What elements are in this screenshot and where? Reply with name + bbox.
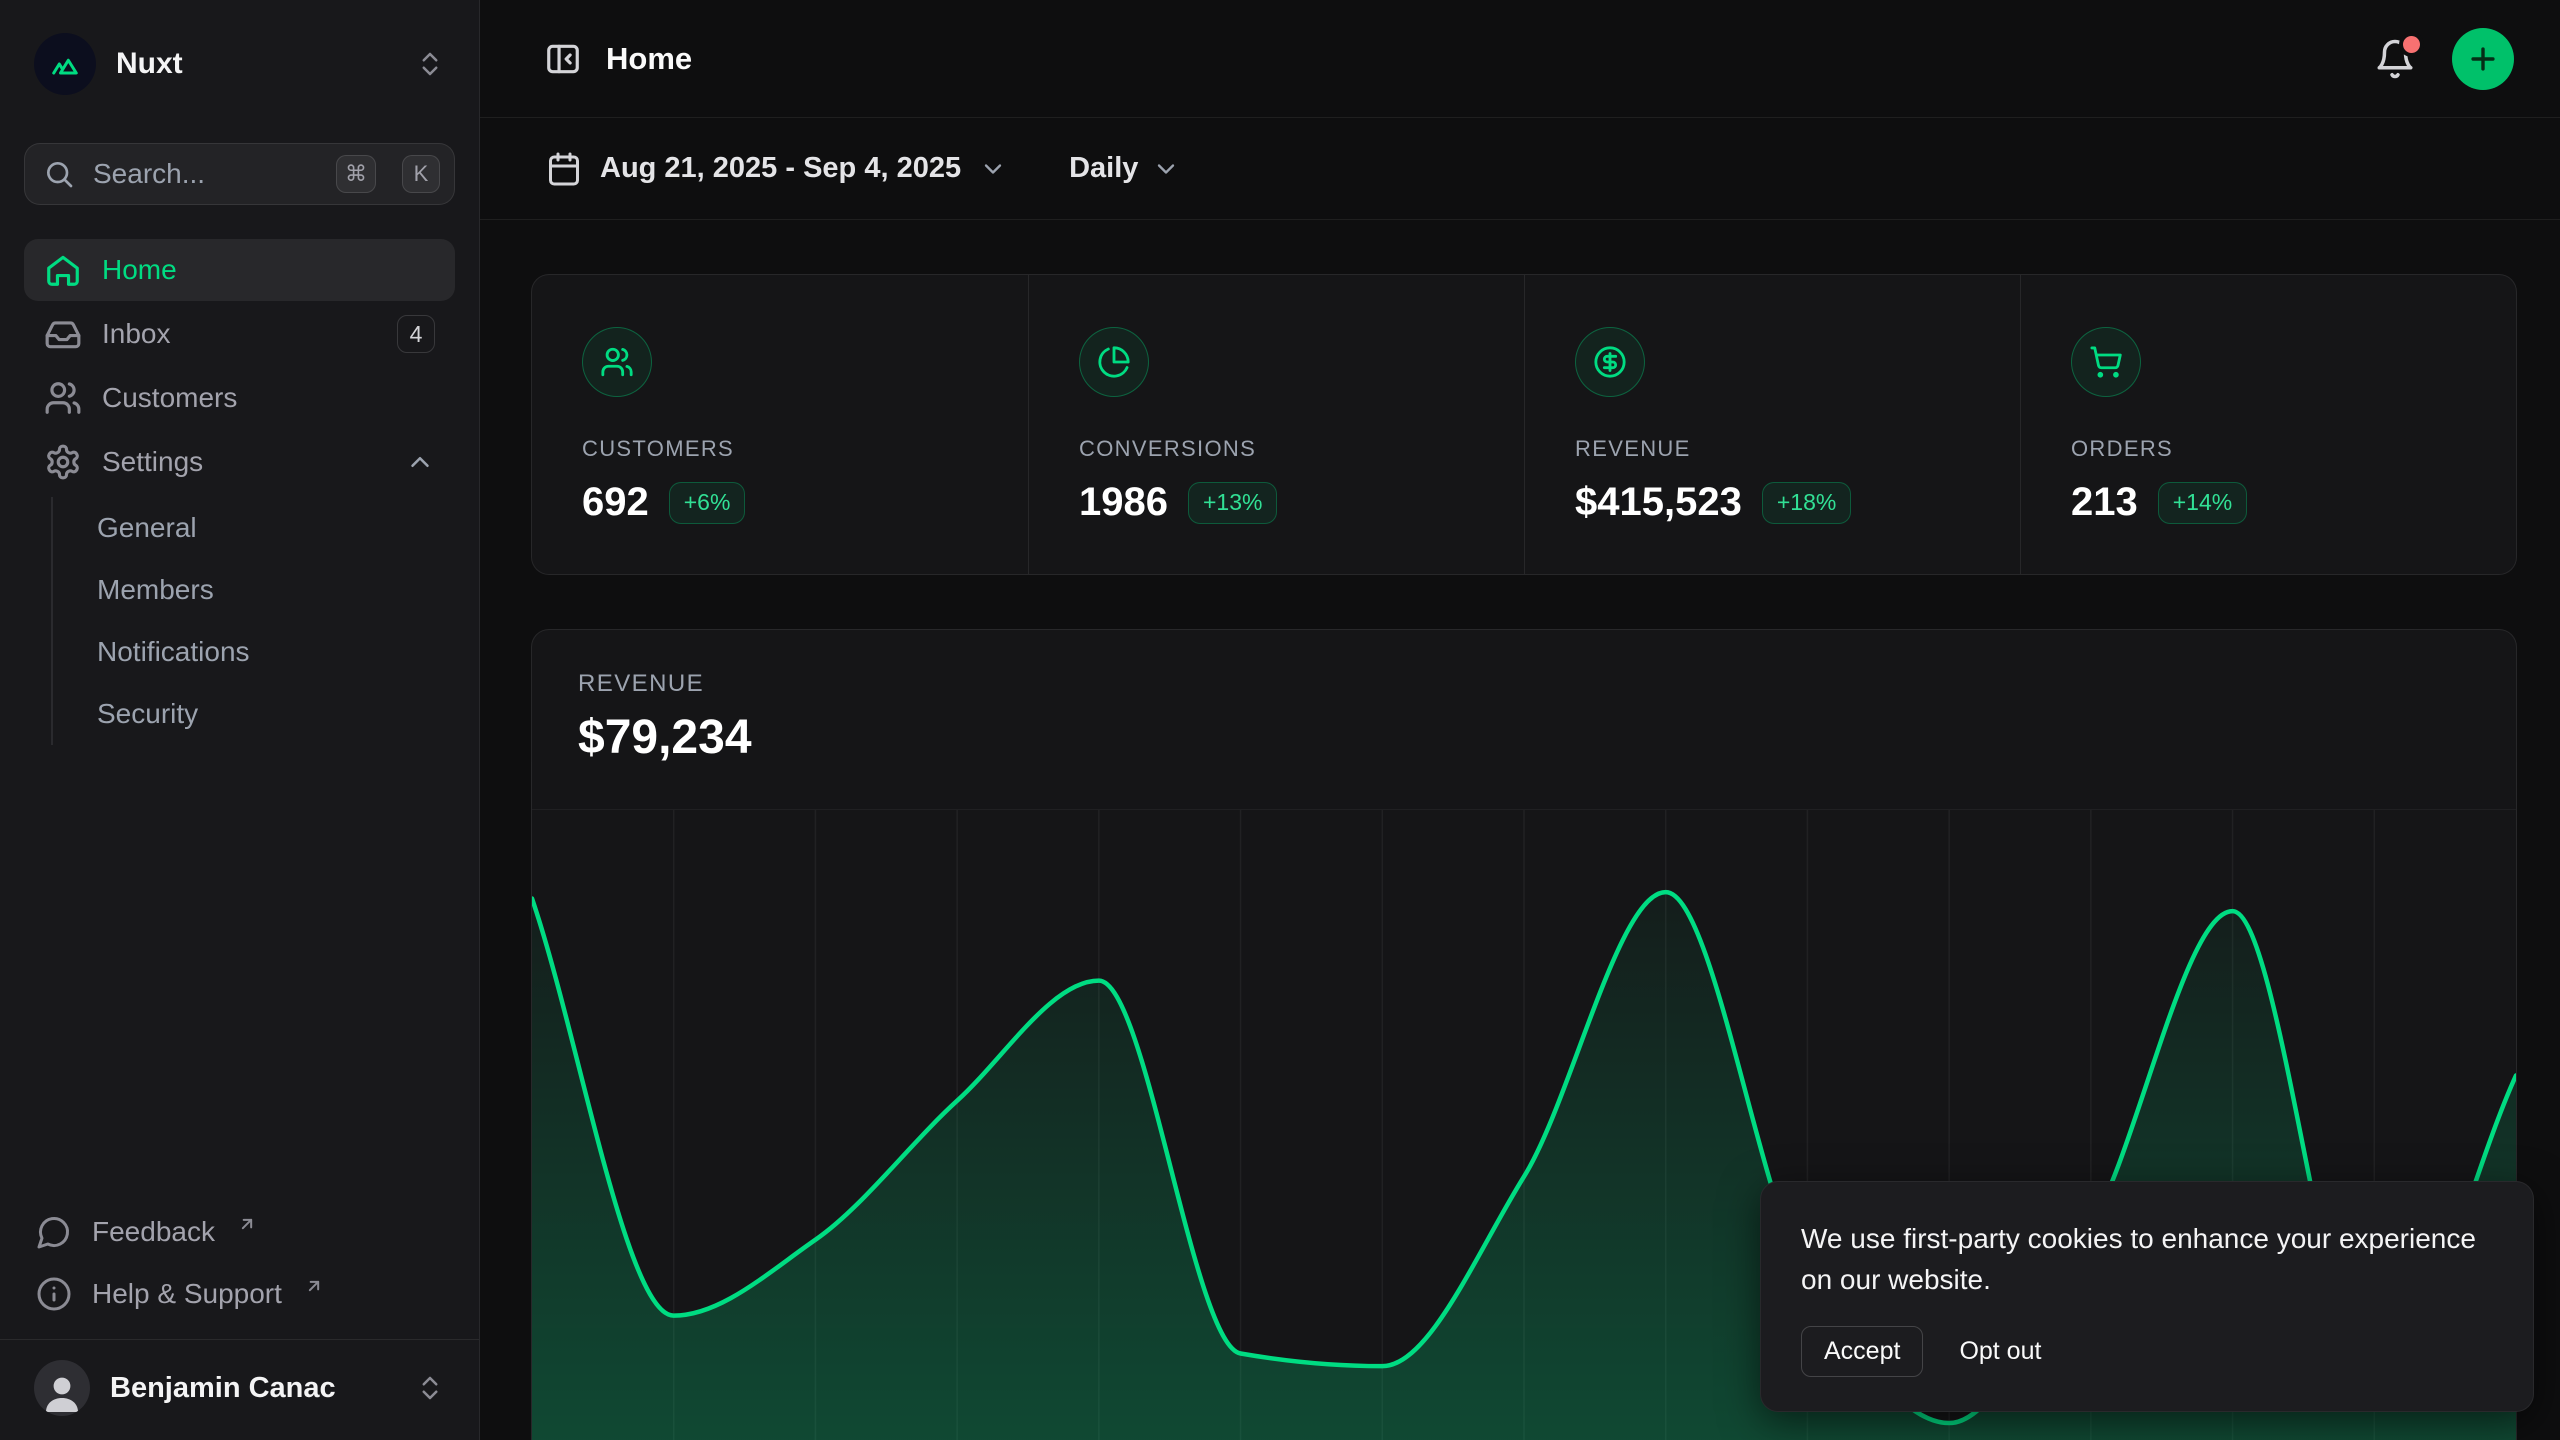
main-area: Home Aug 21, 2025 - Sep 4, 2025 Daily (480, 0, 2560, 1440)
page-title: Home (606, 41, 692, 77)
shopping-cart-icon (2071, 327, 2141, 397)
sidebar-item-label: Inbox (102, 318, 377, 350)
info-circle-icon (36, 1276, 72, 1312)
add-button[interactable] (2452, 28, 2514, 90)
search-input[interactable]: Search... ⌘ K (24, 143, 455, 205)
stat-value: 692 (582, 480, 649, 525)
sidebar-item-customers[interactable]: Customers (24, 367, 455, 429)
team-switcher[interactable]: Nuxt (34, 33, 445, 95)
date-range-value: Aug 21, 2025 - Sep 4, 2025 (600, 152, 961, 185)
nuxt-logo-icon (34, 33, 96, 95)
users-icon (44, 379, 82, 417)
topbar: Home (480, 0, 2560, 118)
sidebar-item-label: Settings (102, 446, 385, 478)
stat-delta-badge: +14% (2158, 482, 2247, 524)
stat-card-orders: ORDERS 213 +14% (2020, 275, 2516, 574)
settings-subnav: General Members Notifications Security (51, 497, 455, 745)
granularity-value: Daily (1069, 152, 1138, 185)
user-name: Benjamin Canac (110, 1372, 395, 1405)
stat-value: $415,523 (1575, 480, 1742, 525)
kbd-cmd: ⌘ (336, 155, 376, 193)
stat-label: CUSTOMERS (582, 436, 978, 462)
revenue-chart-value: $79,234 (578, 710, 2470, 765)
granularity-select[interactable]: Daily (1069, 152, 1180, 185)
sidebar: Nuxt Search... ⌘ K Home Inbox 4 (0, 0, 480, 1440)
sidebar-item-label: Home (102, 254, 435, 286)
date-range-picker[interactable]: Aug 21, 2025 - Sep 4, 2025 (546, 151, 1007, 187)
home-icon (44, 251, 82, 289)
filter-toolbar: Aug 21, 2025 - Sep 4, 2025 Daily (480, 118, 2560, 220)
sidebar-item-security[interactable]: Security (53, 683, 455, 745)
cookie-accept-button[interactable]: Accept (1801, 1326, 1923, 1377)
sidebar-item-general[interactable]: General (53, 497, 455, 559)
stat-label: CONVERSIONS (1079, 436, 1474, 462)
stat-value: 1986 (1079, 480, 1168, 525)
stat-card-conversions: CONVERSIONS 1986 +13% (1028, 275, 1524, 574)
help-support-label: Help & Support (92, 1278, 282, 1310)
stat-value: 213 (2071, 480, 2138, 525)
stat-delta-badge: +18% (1762, 482, 1851, 524)
stat-card-customers: CUSTOMERS 692 +6% (532, 275, 1028, 574)
sidebar-item-label: Customers (102, 382, 435, 414)
search-placeholder: Search... (93, 158, 318, 190)
stat-delta-badge: +6% (669, 482, 746, 524)
stat-label: REVENUE (1575, 436, 1970, 462)
chevrons-up-down-icon (415, 49, 445, 79)
stats-grid: CUSTOMERS 692 +6% CONVERSIONS 1986 +13% (531, 274, 2517, 575)
pie-chart-icon (1079, 327, 1149, 397)
cookie-message: We use first-party cookies to enhance yo… (1801, 1218, 2493, 1300)
arrow-up-right-icon (237, 1214, 257, 1234)
user-menu[interactable]: Benjamin Canac (24, 1340, 455, 1440)
cookie-consent-banner: We use first-party cookies to enhance yo… (1760, 1181, 2534, 1412)
kbd-k: K (402, 155, 440, 193)
stat-card-revenue: REVENUE $415,523 +18% (1524, 275, 2020, 574)
search-icon (43, 158, 75, 190)
chat-bubble-icon (36, 1214, 72, 1250)
cookie-optout-button[interactable]: Opt out (1959, 1337, 2041, 1366)
stat-label: ORDERS (2071, 436, 2466, 462)
unread-notification-dot (2403, 36, 2420, 53)
feedback-link[interactable]: Feedback (24, 1201, 455, 1263)
circle-dollar-icon (1575, 327, 1645, 397)
chevron-up-icon (405, 447, 435, 477)
users-icon (582, 327, 652, 397)
feedback-label: Feedback (92, 1216, 215, 1248)
sidebar-item-members[interactable]: Members (53, 559, 455, 621)
sidebar-item-home[interactable]: Home (24, 239, 455, 301)
user-photo-avatar (34, 1360, 90, 1416)
sidebar-item-settings[interactable]: Settings (24, 431, 455, 493)
sidebar-collapse-button[interactable] (544, 40, 582, 78)
calendar-icon (546, 151, 582, 187)
chevrons-up-down-icon (415, 1373, 445, 1403)
gear-icon (44, 443, 82, 481)
notifications-button[interactable] (2374, 38, 2416, 80)
revenue-chart-label: REVENUE (578, 670, 2470, 698)
help-support-link[interactable]: Help & Support (24, 1263, 455, 1325)
team-name: Nuxt (116, 47, 395, 81)
stat-delta-badge: +13% (1188, 482, 1277, 524)
arrow-up-right-icon (304, 1276, 324, 1296)
sidebar-nav: Home Inbox 4 Customers Settings Ge (24, 239, 455, 1201)
sidebar-item-inbox[interactable]: Inbox 4 (24, 303, 455, 365)
sidebar-footer: Feedback Help & Support Benjamin Canac (24, 1201, 455, 1440)
chevron-down-icon (1152, 155, 1180, 183)
plus-icon (2466, 42, 2500, 76)
inbox-count-badge: 4 (397, 315, 435, 353)
revenue-chart-header: REVENUE $79,234 (532, 630, 2516, 809)
sidebar-item-notifications[interactable]: Notifications (53, 621, 455, 683)
chevron-down-icon (979, 155, 1007, 183)
inbox-icon (44, 315, 82, 353)
